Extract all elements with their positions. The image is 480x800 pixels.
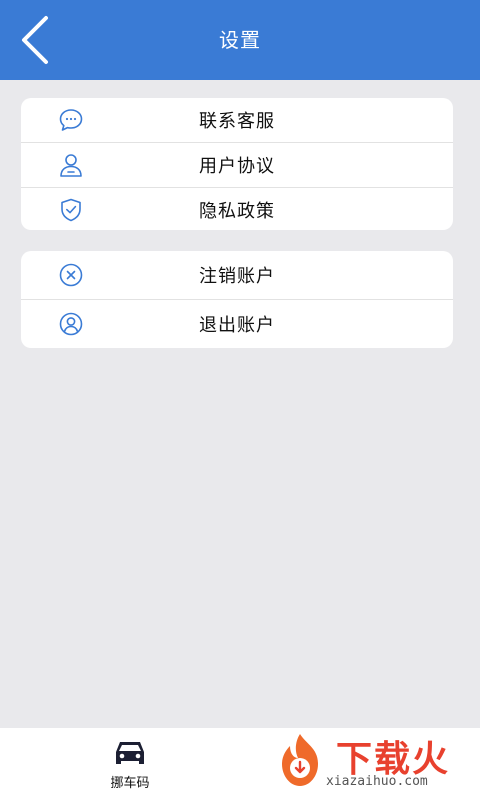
menu-item-label: 注销账户 xyxy=(199,266,275,287)
user-agreement-icon xyxy=(60,154,82,177)
menu-item-label: 隐私政策 xyxy=(199,201,275,222)
menu-item-logout[interactable]: 退出账户 xyxy=(21,299,453,348)
menu-item-label: 用户协议 xyxy=(199,156,275,177)
menu-item-delete-account[interactable]: 注销账户 xyxy=(21,251,453,299)
watermark-url: xiazaihuo.com xyxy=(326,774,428,789)
user-circle-icon xyxy=(59,312,83,336)
tab-label: 挪车码 xyxy=(110,776,150,791)
tab-parking-code[interactable]: 挪车码 xyxy=(100,738,160,798)
settings-group-account: 注销账户 退出账户 xyxy=(21,251,453,348)
menu-item-user-agreement[interactable]: 用户协议 xyxy=(21,142,453,187)
car-icon xyxy=(116,742,144,764)
circle-x-icon xyxy=(59,263,83,287)
page-title: 设置 xyxy=(219,28,261,52)
flame-logo-icon xyxy=(282,734,318,786)
watermark-logo: 下载火 xiazaihuo.com xyxy=(272,728,472,796)
menu-item-label: 退出账户 xyxy=(199,315,275,336)
menu-item-contact-service[interactable]: 联系客服 xyxy=(21,98,453,142)
shield-check-icon xyxy=(61,198,81,222)
header-bar: 设置 xyxy=(0,0,480,80)
chat-icon xyxy=(59,109,83,131)
menu-item-label: 联系客服 xyxy=(199,111,275,132)
settings-group-info: 联系客服 用户协议 隐私政策 xyxy=(21,98,453,230)
menu-item-privacy-policy[interactable]: 隐私政策 xyxy=(21,187,453,230)
